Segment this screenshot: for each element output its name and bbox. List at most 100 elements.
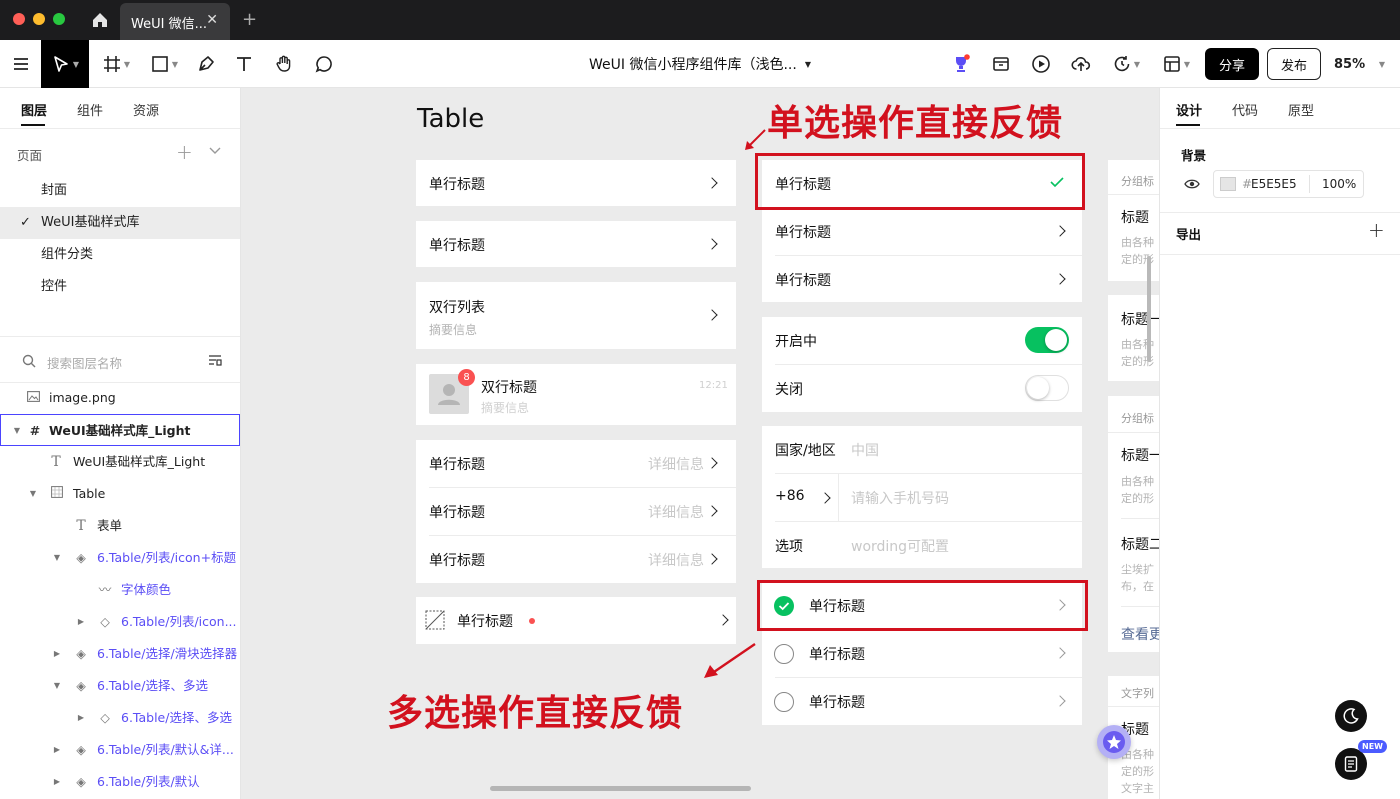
expand-caret-icon[interactable]: ▶ — [75, 702, 87, 734]
share-button[interactable]: 分享 — [1205, 48, 1259, 80]
filter-icon[interactable] — [208, 354, 222, 368]
add-export-icon[interactable]: + — [1368, 218, 1385, 242]
zoom-chevron-icon[interactable]: ▼ — [1372, 40, 1390, 88]
tab-layers[interactable]: 图层 — [21, 100, 47, 119]
view-more-link[interactable]: 查看更 — [1121, 624, 1159, 644]
home-icon[interactable] — [90, 10, 110, 30]
expand-caret-icon[interactable]: ▶ — [75, 606, 87, 638]
collapse-pages-icon[interactable] — [208, 144, 222, 158]
tab-code[interactable]: 代码 — [1232, 100, 1258, 119]
layer-item[interactable]: 〰 字体颜色 — [0, 574, 240, 606]
hand-tool-button[interactable] — [268, 40, 300, 88]
close-window-button[interactable] — [13, 13, 25, 25]
list-cell-double[interactable]: 双行列表 摘要信息 — [416, 282, 736, 349]
history-button[interactable]: ▼ — [1106, 40, 1146, 88]
maximize-window-button[interactable] — [53, 13, 65, 25]
cell-title: 单行标题 — [775, 225, 831, 241]
tab-design[interactable]: 设计 — [1176, 100, 1202, 119]
tab-components[interactable]: 组件 — [77, 100, 103, 119]
dark-mode-button[interactable] — [1335, 700, 1367, 732]
layout-button[interactable]: ▼ — [1156, 40, 1196, 88]
pen-tool-button[interactable] — [190, 40, 222, 88]
expand-caret-icon[interactable]: ▶ — [51, 734, 63, 766]
document-title[interactable]: WeUI 微信小程序组件库（浅色... ▼ — [560, 40, 840, 88]
page-item-cover[interactable]: 封面 — [0, 175, 240, 207]
radio-cell[interactable]: 单行标题 — [762, 256, 1082, 302]
add-page-icon[interactable]: + — [176, 140, 193, 164]
page-item-controls[interactable]: 控件 — [0, 271, 240, 303]
layer-item[interactable]: ▶ ◈ 6.Table/列表/默认&详... — [0, 734, 240, 766]
eye-icon[interactable] — [1184, 178, 1200, 190]
layer-item[interactable]: ▶ ◇ 6.Table/选择、多选 — [0, 702, 240, 734]
option-input[interactable]: wording可配置 — [851, 536, 949, 556]
detail-cell[interactable]: 单行标题 详细信息 — [416, 440, 736, 487]
toggle-switch-on[interactable] — [1025, 327, 1069, 353]
expand-caret-icon[interactable]: ▼ — [11, 415, 23, 447]
list-cell[interactable]: 单行标题 — [416, 221, 736, 267]
play-icon[interactable] — [1026, 40, 1056, 88]
upload-icon[interactable] — [1066, 40, 1096, 88]
layer-item[interactable]: image.png — [0, 382, 240, 414]
toggle-switch-off[interactable] — [1025, 375, 1069, 401]
tab-assets[interactable]: 资源 — [133, 100, 159, 119]
layer-label: WeUI基础样式库_Light — [73, 454, 206, 469]
form-row-phone[interactable]: +86 请输入手机号码 — [762, 474, 1082, 521]
move-tool-button[interactable]: ▼ — [41, 40, 89, 88]
tab-prototype[interactable]: 原型 — [1288, 100, 1314, 119]
form-row-country[interactable]: 国家/地区 中国 — [762, 426, 1082, 473]
search-input[interactable]: 搜索图层名称 — [47, 353, 122, 372]
design-canvas[interactable]: Table 单行标题 单行标题 双行列表 摘要信息 8 双行标题 摘要信息 12… — [241, 88, 1159, 799]
opacity-value[interactable]: 100% — [1322, 177, 1356, 191]
layer-search[interactable]: 搜索图层名称 — [0, 344, 240, 380]
phone-input[interactable]: 请输入手机号码 — [851, 488, 949, 508]
expand-caret-icon[interactable]: ▼ — [51, 542, 63, 574]
checkbox-cell[interactable]: 单行标题 — [762, 678, 1082, 725]
new-tab-icon[interactable]: + — [242, 9, 257, 30]
layer-item[interactable]: T WeUI基础样式库_Light — [0, 446, 240, 478]
shape-tool-button[interactable]: ▼ — [144, 40, 184, 88]
color-hex-value[interactable]: E5E5E5 — [1251, 177, 1297, 191]
layer-item[interactable]: ▶ ◇ 6.Table/列表/icon... — [0, 606, 240, 638]
chat-list-cell[interactable]: 8 双行标题 摘要信息 12:21 — [416, 364, 736, 425]
comment-tool-button[interactable] — [308, 40, 340, 88]
background-color-field[interactable]: # E5E5E5 100% — [1213, 170, 1364, 198]
cell-title: 单行标题 — [429, 505, 485, 521]
color-swatch[interactable] — [1220, 177, 1236, 191]
country-field[interactable]: 中国 — [851, 440, 879, 460]
detail-cell[interactable]: 单行标题 详细信息 — [416, 488, 736, 535]
search-icon — [22, 354, 36, 368]
menu-icon[interactable] — [0, 40, 41, 88]
expand-caret-icon[interactable]: ▶ — [51, 638, 63, 670]
text-tool-button[interactable] — [228, 40, 260, 88]
page-item-categories[interactable]: 组件分类 — [0, 239, 240, 271]
layer-item[interactable]: ▼ ◈ 6.Table/列表/icon+标题 — [0, 542, 240, 574]
detail-cell[interactable]: 单行标题 详细信息 — [416, 536, 736, 583]
layer-item-selected[interactable]: ▼ # WeUI基础样式库_Light — [0, 414, 240, 446]
layer-item[interactable]: ▶ ◈ 6.Table/选择/滑块选择器 — [0, 638, 240, 670]
close-tab-icon[interactable]: ✕ — [206, 12, 218, 28]
frame-tool-button[interactable]: ▼ — [96, 40, 136, 88]
plugin-icon[interactable] — [986, 40, 1016, 88]
checkbox-cell[interactable]: 单行标题 — [762, 630, 1082, 677]
page-item-weui-base[interactable]: ✓ WeUI基础样式库 — [0, 207, 240, 239]
partial-card: 标题一 由各种 定的形 — [1108, 295, 1159, 381]
minimize-window-button[interactable] — [33, 13, 45, 25]
expand-caret-icon[interactable]: ▶ — [51, 766, 63, 798]
trophy-icon[interactable] — [946, 40, 976, 88]
publish-button[interactable]: 发布 — [1267, 48, 1321, 80]
icon-list-cell[interactable]: 单行标题 — [416, 597, 736, 644]
ai-assistant-button[interactable] — [1097, 725, 1131, 759]
form-row-option[interactable]: 选项 wording可配置 — [762, 522, 1082, 568]
radio-cell[interactable]: 单行标题 — [762, 208, 1082, 255]
layer-item[interactable]: T 表单 — [0, 510, 240, 542]
phone-code-select[interactable]: +86 — [775, 488, 805, 504]
layer-item[interactable]: ▶ ◈ 6.Table/列表/默认 — [0, 766, 240, 798]
document-tab[interactable]: WeUI 微信... ✕ — [120, 3, 230, 40]
vertical-scrollbar[interactable] — [1147, 256, 1151, 362]
expand-caret-icon[interactable]: ▼ — [51, 670, 63, 702]
expand-caret-icon[interactable]: ▼ — [27, 478, 39, 510]
layer-item[interactable]: ▼ ◈ 6.Table/选择、多选 — [0, 670, 240, 702]
list-cell[interactable]: 单行标题 — [416, 160, 736, 206]
layer-item[interactable]: ▼ Table — [0, 478, 240, 510]
horizontal-scrollbar[interactable] — [490, 786, 751, 791]
